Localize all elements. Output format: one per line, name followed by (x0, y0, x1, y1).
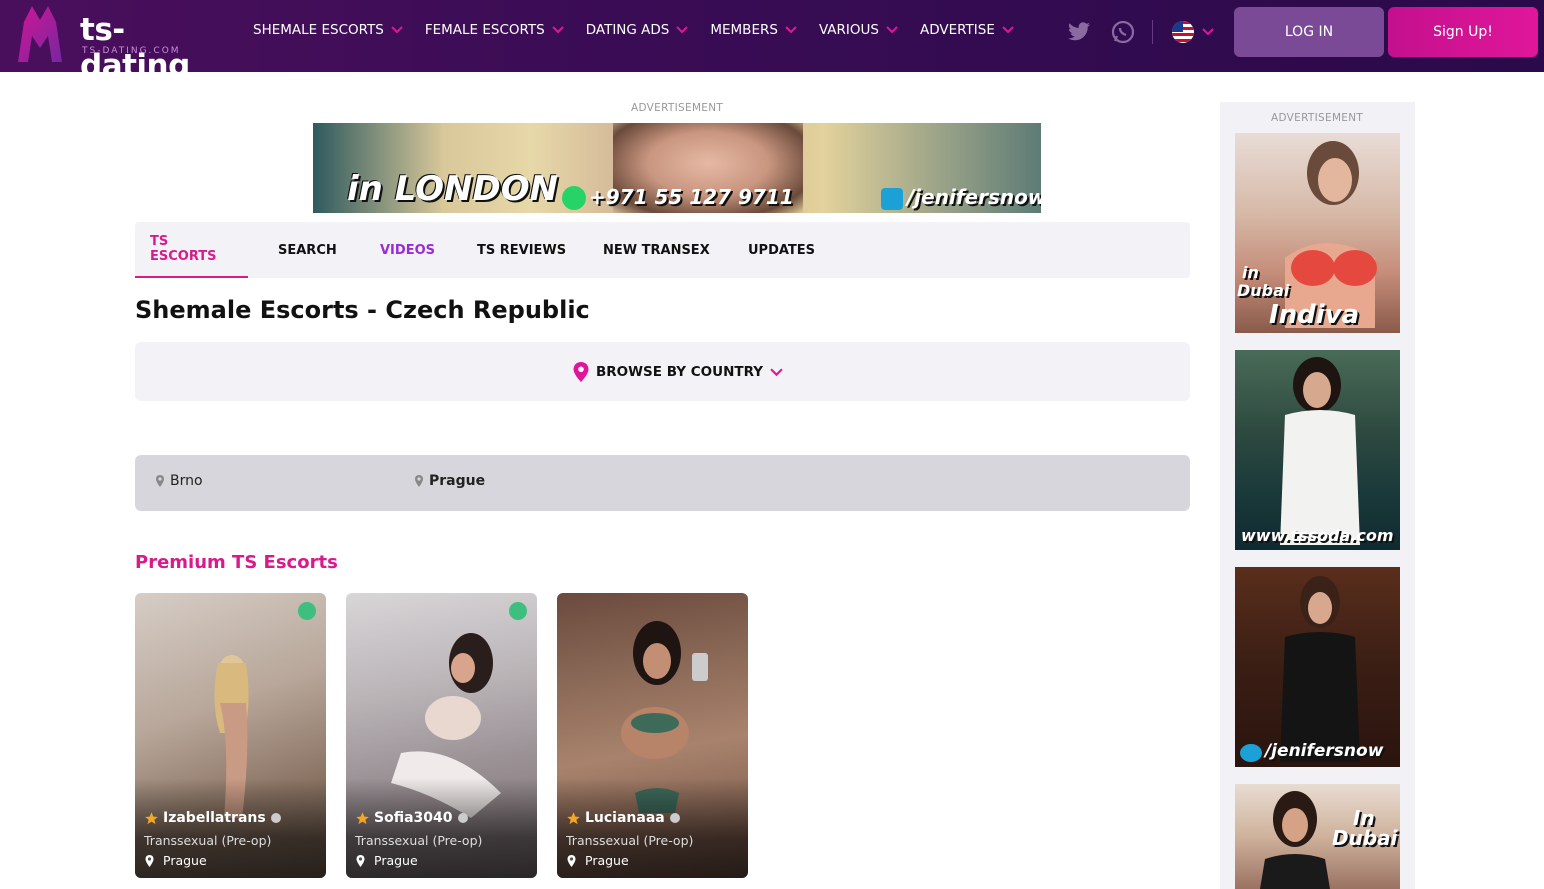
ad-text: Dubai (1332, 826, 1398, 850)
status-dot-icon (270, 813, 281, 823)
status-dot-icon (457, 813, 468, 823)
card-location: Prague (163, 853, 207, 868)
card-name: Sofia3040 (374, 810, 453, 826)
map-pin-icon (567, 854, 576, 867)
site-logo[interactable]: ts-dating TS-DATING.COM (10, 2, 215, 84)
nav-label: SHEMALE ESCORTS (253, 22, 384, 38)
signup-button[interactable]: Sign Up! (1388, 7, 1538, 57)
chevron-down-icon (1002, 26, 1014, 34)
header-divider (1152, 20, 1153, 44)
tab-search[interactable]: SEARCH (278, 222, 337, 278)
ad-text: in (1242, 263, 1259, 282)
banner-handle: /jenifersnow (907, 185, 1041, 209)
banner-phone: +971 55 127 9711 (589, 185, 794, 209)
ad-image (1280, 576, 1360, 762)
card-type: Transsexual (Pre-op) (144, 833, 272, 848)
nav-various[interactable]: VARIOUS (819, 22, 898, 38)
site-header: ts-dating TS-DATING.COM SHEMALE ESCORTS … (0, 0, 1544, 84)
section-title: Premium TS Escorts (135, 552, 338, 573)
browse-by-country[interactable]: BROWSE BY COUNTRY (135, 342, 1190, 401)
star-icon (567, 811, 580, 824)
content-tabs: TS ESCORTS SEARCH VIDEOS TS REVIEWS NEW … (135, 222, 1190, 278)
ad-text: www.tssoda.com (1241, 526, 1394, 545)
advertisement-label: ADVERTISEMENT (1271, 112, 1364, 124)
escort-card[interactable]: Lucianaaa Transsexual (Pre-op) Prague (557, 593, 748, 878)
tab-ts-escorts[interactable]: TS ESCORTS (135, 222, 248, 278)
map-pin-icon (145, 854, 154, 867)
nav-female-escorts[interactable]: FEMALE ESCORTS (425, 22, 564, 38)
map-pin-icon (356, 854, 365, 867)
tab-new-transex[interactable]: NEW TRANSEX (603, 222, 710, 278)
browse-label: BROWSE BY COUNTRY (596, 364, 764, 380)
chevron-down-icon (676, 26, 689, 34)
logo-subtext: TS-DATING.COM (82, 46, 181, 56)
chevron-down-icon (391, 26, 403, 34)
card-name: Lucianaaa (585, 810, 665, 826)
chevron-down-icon[interactable] (1202, 28, 1214, 36)
chevron-down-icon (785, 26, 797, 34)
escort-card[interactable]: Izabellatrans Transsexual (Pre-op) Pragu… (135, 593, 326, 878)
card-type: Transsexual (Pre-op) (355, 833, 483, 848)
nav-shemale-escorts[interactable]: SHEMALE ESCORTS (253, 22, 403, 38)
page-title: Shemale Escorts - Czech Republic (135, 296, 590, 324)
verified-icon (509, 602, 527, 620)
ad-text: Indiva (1269, 300, 1360, 330)
map-pin-icon (573, 362, 589, 382)
us-flag-icon[interactable] (1172, 21, 1194, 43)
sidebar-ad-1[interactable]: in Dubai Indiva (1235, 133, 1400, 333)
login-button[interactable]: LOG IN (1234, 7, 1384, 57)
nav-label: MEMBERS (710, 22, 778, 38)
chevron-down-icon (552, 26, 564, 34)
nav-members[interactable]: MEMBERS (710, 22, 797, 38)
onlyfans-icon (1240, 744, 1262, 762)
card-location: Prague (585, 853, 629, 868)
nav-label: ADVERTISE (919, 22, 995, 38)
sidebar-ad-4[interactable]: In Dubai (1235, 784, 1400, 889)
city-label: Prague (429, 473, 486, 489)
star-icon (145, 811, 158, 824)
card-name: Izabellatrans (163, 810, 266, 826)
top-banner-ad[interactable]: in LONDON +971 55 127 9711 /jenifersnow (313, 123, 1041, 213)
whatsapp-icon[interactable] (1110, 20, 1136, 44)
city-item-brno[interactable]: Brno (155, 473, 203, 489)
whatsapp-icon (562, 186, 586, 210)
twitter-icon[interactable] (1066, 20, 1092, 44)
onlyfans-icon (881, 188, 903, 210)
escort-card[interactable]: Sofia3040 Transsexual (Pre-op) Prague (346, 593, 537, 878)
nav-dating-ads[interactable]: DATING ADS (586, 22, 689, 38)
card-type: Transsexual (Pre-op) (566, 833, 694, 848)
nav-label: FEMALE ESCORTS (424, 22, 545, 38)
map-pin-icon (415, 475, 423, 487)
card-location: Prague (374, 853, 418, 868)
chevron-down-icon (770, 367, 783, 376)
city-item-prague[interactable]: Prague (414, 473, 485, 489)
ad-text: /jenifersnow (1265, 741, 1384, 761)
nav-label: VARIOUS (818, 22, 879, 38)
status-dot-icon (669, 813, 680, 823)
sidebar-ads: ADVERTISEMENT in Dubai Indiva www.tssoda… (1220, 102, 1415, 889)
ad-image (1260, 791, 1330, 889)
sidebar-ad-2[interactable]: www.tssoda.com (1235, 350, 1400, 550)
nav-advertise[interactable]: ADVERTISE (920, 22, 1014, 38)
city-list: Brno Prague (135, 455, 1190, 511)
city-label: Brno (170, 473, 203, 489)
main-nav: SHEMALE ESCORTS FEMALE ESCORTS DATING AD… (253, 22, 1036, 38)
tab-ts-reviews[interactable]: TS REVIEWS (477, 222, 566, 278)
ad-image (1280, 357, 1360, 545)
logo-mark-icon (18, 6, 62, 62)
ad-text: Dubai (1237, 281, 1290, 300)
star-icon (356, 811, 369, 824)
nav-label: DATING ADS (585, 22, 670, 38)
tab-videos[interactable]: VIDEOS (380, 222, 435, 278)
tab-updates[interactable]: UPDATES (748, 222, 815, 278)
banner-city: in LONDON (347, 169, 559, 209)
verified-icon (298, 602, 316, 620)
map-pin-icon (156, 475, 164, 487)
advertisement-label: ADVERTISEMENT (631, 102, 724, 114)
chevron-down-icon (886, 26, 898, 34)
sidebar-ad-3[interactable]: /jenifersnow (1235, 567, 1400, 767)
